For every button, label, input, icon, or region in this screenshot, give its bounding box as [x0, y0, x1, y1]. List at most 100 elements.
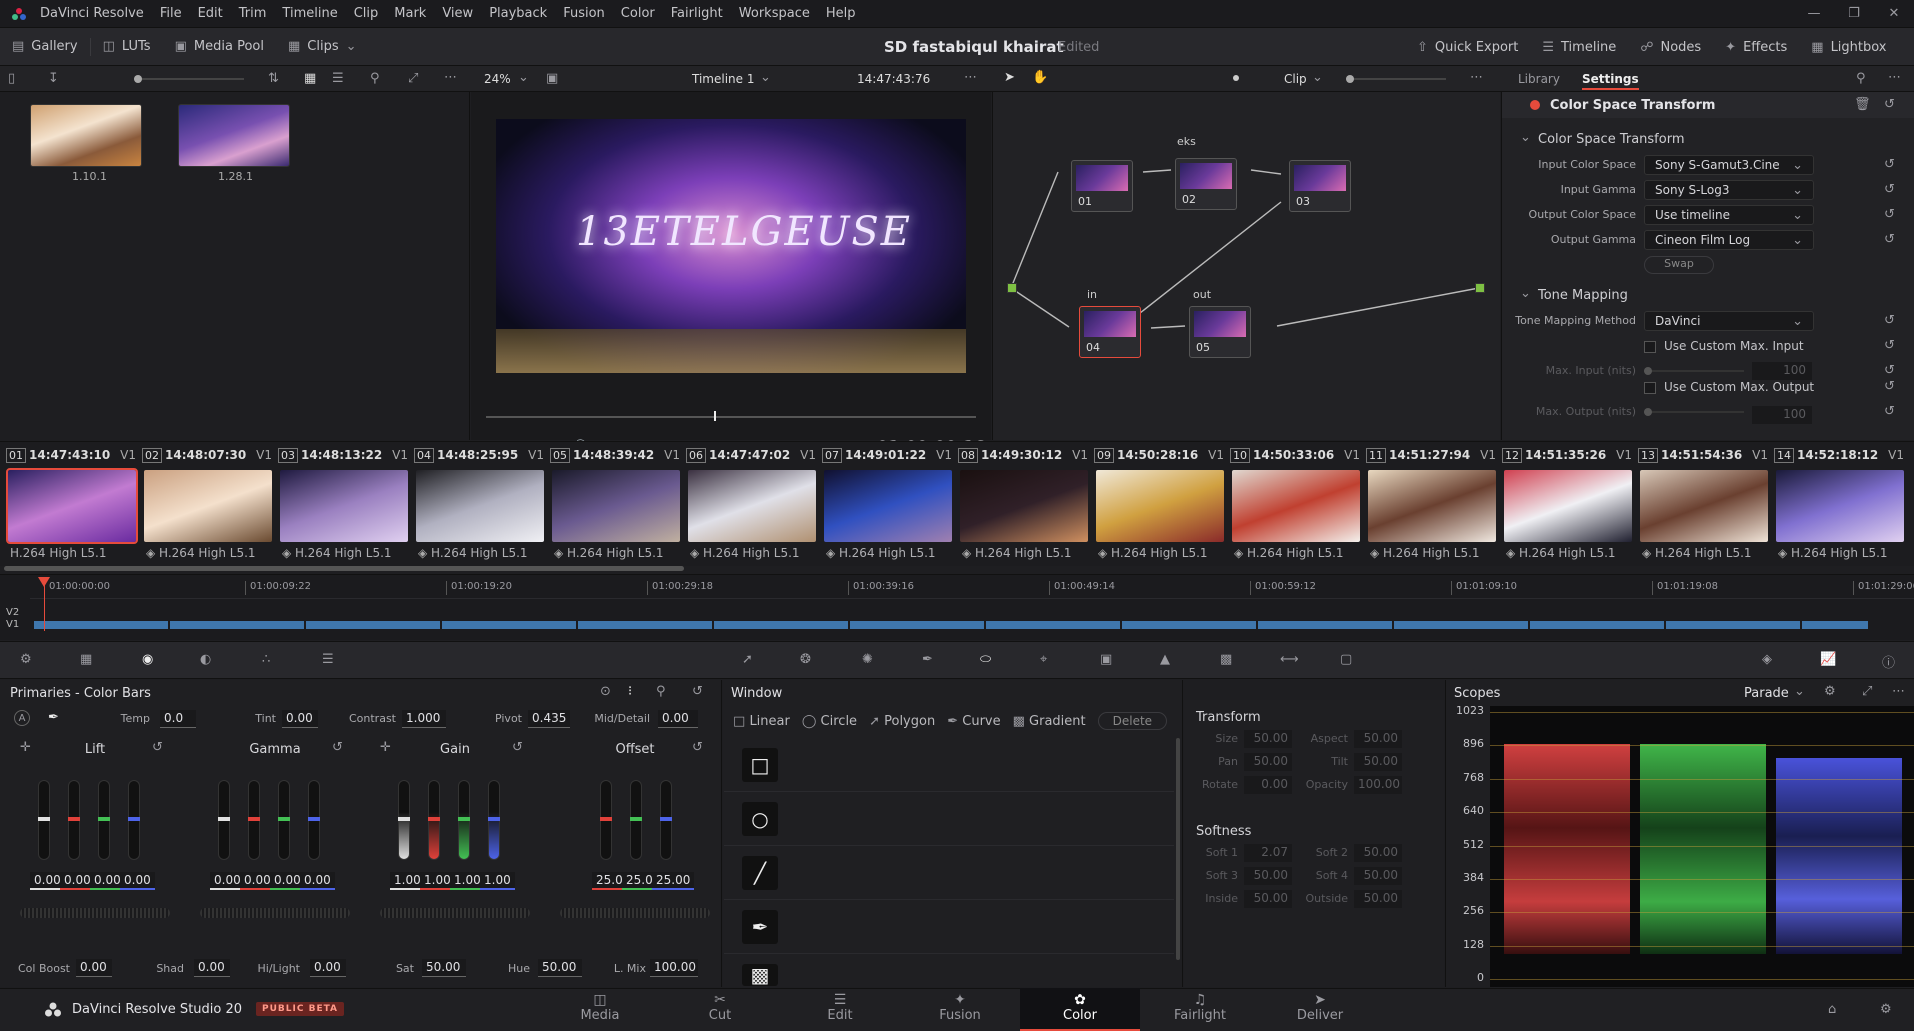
reset-icon[interactable]: ↺ — [1884, 232, 1895, 247]
menu-file[interactable]: File — [152, 6, 190, 21]
input-color-space-dropdown[interactable]: Sony S-Gamut3.Cine ⌄ — [1644, 155, 1814, 175]
maximize-icon[interactable]: ❐ — [1834, 6, 1874, 21]
menu-edit[interactable]: Edit — [190, 6, 231, 21]
clip-thumbnail[interactable]: 14 14:52:18:12 V1 ◈ H.264 High L5.1 — [1774, 448, 1910, 560]
channel-slider[interactable] — [128, 780, 140, 860]
channel-slider[interactable] — [68, 780, 80, 860]
tone-collapse-chevron-icon[interactable]: ⌄ — [1520, 286, 1531, 301]
max-output-slider[interactable] — [1644, 408, 1744, 416]
node-mode-selector[interactable]: Clip — [1284, 72, 1307, 86]
page-tab-cut[interactable]: ✂ Cut — [660, 988, 780, 1031]
node-input-port[interactable] — [1007, 283, 1017, 293]
clip-thumbnail[interactable]: 07 14:49:01:22 V1 ◈ H.264 High L5.1 — [822, 448, 958, 560]
gallery-button[interactable]: ▤ Gallery — [0, 39, 90, 54]
close-icon[interactable]: ✕ — [1874, 6, 1914, 21]
gallery-still[interactable] — [178, 104, 290, 167]
reset-icon[interactable]: ↺ — [332, 740, 343, 755]
reset-icon[interactable]: ↺ — [1884, 182, 1895, 197]
menu-fairlight[interactable]: Fairlight — [663, 6, 731, 21]
ruler[interactable] — [30, 575, 1914, 599]
clip-thumbnail[interactable]: 02 14:48:07:30 V1 ◈ H.264 High L5.1 — [142, 448, 278, 560]
max-input-value[interactable]: 100 — [1752, 362, 1812, 380]
clip-thumbnail[interactable]: 06 14:47:47:02 V1 ◈ H.264 High L5.1 — [686, 448, 822, 560]
window-list-item[interactable]: ✒ — [724, 900, 1174, 954]
list-view-icon[interactable]: ☰ — [332, 71, 344, 86]
clip-thumbnail[interactable]: 13 14:51:54:36 V1 ◈ H.264 High L5.1 — [1638, 448, 1774, 560]
scope-mode-chevron-icon[interactable]: ⌄ — [1794, 684, 1805, 699]
menu-clip[interactable]: Clip — [346, 6, 387, 21]
hilight-field[interactable]: 0.00 — [310, 959, 346, 977]
delete-effect-icon[interactable]: 🗑 — [1854, 97, 1871, 112]
transform-field-value[interactable]: 50.00 — [1244, 753, 1292, 771]
viewer-mode-icon[interactable]: ▣ — [546, 71, 558, 86]
delete-window-button[interactable]: Delete — [1097, 712, 1168, 730]
node-04[interactable]: 04 — [1079, 306, 1141, 358]
zoom-chevron-icon[interactable]: ⌄ — [518, 70, 529, 85]
grid-view-icon[interactable]: ▦ — [304, 71, 316, 86]
scopes-icon[interactable]: 📈 — [1820, 652, 1836, 667]
reset-icon[interactable]: ↺ — [1884, 379, 1895, 394]
window-list-item[interactable]: ○ — [724, 792, 1174, 846]
reset-icon[interactable]: ↺ — [512, 740, 523, 755]
master-wheel-slider[interactable] — [20, 908, 170, 918]
channel-slider[interactable] — [278, 780, 290, 860]
clip-thumbnail[interactable]: 11 14:51:27:94 V1 ◈ H.264 High L5.1 — [1366, 448, 1502, 560]
lut-mode-icon[interactable]: ◈ — [1762, 652, 1772, 667]
tab-settings[interactable]: Settings — [1582, 72, 1639, 90]
transform-field-value[interactable]: 100.00 — [1354, 776, 1402, 794]
reset-icon[interactable]: ↺ — [152, 740, 163, 755]
page-tab-fairlight[interactable]: ♫ Fairlight — [1140, 988, 1260, 1031]
scope-expand-icon[interactable]: ⤢ — [1862, 684, 1872, 699]
window-list-item[interactable]: ▩ — [724, 954, 1174, 987]
custom-input-checkbox[interactable] — [1644, 341, 1656, 353]
node-01[interactable]: 01 — [1071, 160, 1133, 212]
reset-effect-icon[interactable]: ↺ — [1884, 97, 1895, 112]
viewer-options-icon[interactable]: ⋯ — [964, 70, 977, 85]
expand-icon[interactable]: ⤢ — [408, 71, 418, 86]
page-tab-color[interactable]: ✿ Color — [1020, 988, 1140, 1031]
max-input-slider[interactable] — [1644, 367, 1744, 375]
panel-toggle-icon[interactable]: ▯ — [8, 71, 15, 86]
node-output-port[interactable] — [1475, 283, 1485, 293]
reset-icon[interactable]: ↺ — [1884, 313, 1895, 328]
magic-mask-icon[interactable]: ▣ — [1100, 652, 1112, 667]
reset-icon[interactable]: ↺ — [1884, 157, 1895, 172]
master-wheel-slider[interactable] — [380, 908, 530, 918]
eyedropper-icon[interactable]: ✒ — [922, 652, 933, 667]
motion-effects-icon[interactable]: ☰ — [322, 652, 334, 667]
curves-icon[interactable]: ➚ — [742, 652, 753, 667]
reset-icon[interactable]: ↺ — [692, 740, 703, 755]
camera-raw-icon[interactable]: ⚙ — [20, 652, 32, 667]
channel-slider[interactable] — [458, 780, 470, 860]
transform-field-value[interactable]: 0.00 — [1244, 776, 1292, 794]
transform-field-value[interactable]: 50.00 — [1244, 730, 1292, 748]
menu-help[interactable]: Help — [818, 6, 864, 21]
channel-value[interactable]: 25.00 — [652, 872, 695, 890]
reset-icon[interactable]: ↺ — [1884, 338, 1895, 353]
pivot-field[interactable]: 0.435 — [528, 710, 570, 728]
color-warper-icon[interactable]: ❂ — [800, 652, 811, 667]
output-gamma-dropdown[interactable]: Cineon Film Log ⌄ — [1644, 230, 1814, 250]
softness-field-value[interactable]: 50.00 — [1244, 867, 1292, 885]
timeline-clips-bar[interactable] — [34, 621, 1868, 629]
window-list-item[interactable]: □ — [724, 738, 1174, 792]
softness-field-value[interactable]: 50.00 — [1354, 867, 1402, 885]
scope-mode-selector[interactable]: Parade — [1744, 686, 1789, 701]
sizing-icon[interactable]: ⟷ — [1280, 652, 1299, 667]
clip-thumbnail[interactable]: 03 14:48:13:22 V1 ◈ H.264 High L5.1 — [278, 448, 414, 560]
menu-fusion[interactable]: Fusion — [555, 6, 613, 21]
transform-field-value[interactable]: 50.00 — [1354, 730, 1402, 748]
quick-export-button[interactable]: ⇧ Quick Export — [1405, 40, 1530, 55]
channel-slider[interactable] — [38, 780, 50, 860]
home-icon[interactable]: ⌂ — [1828, 1002, 1836, 1017]
page-tab-fusion[interactable]: ✦ Fusion — [900, 988, 1020, 1031]
key-icon[interactable]: ▩ — [1220, 652, 1232, 667]
swap-button[interactable]: Swap — [1644, 256, 1714, 274]
channel-slider[interactable] — [218, 780, 230, 860]
log-wheels-icon[interactable]: ⊙ — [600, 684, 611, 699]
temp-field[interactable]: 0.0 — [160, 710, 196, 728]
settings-search-icon[interactable]: ⚲ — [1856, 71, 1866, 86]
channel-slider[interactable] — [248, 780, 260, 860]
input-gamma-dropdown[interactable]: Sony S-Log3 ⌄ — [1644, 180, 1814, 200]
scrub-bar[interactable] — [486, 411, 976, 421]
